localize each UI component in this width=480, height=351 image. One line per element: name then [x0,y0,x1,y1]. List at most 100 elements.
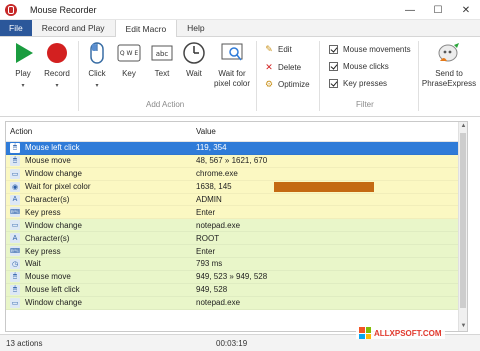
table-row[interactable]: 🖱 Mouse move 48, 567 » 1621, 670 [6,154,467,168]
watermark: ALLXPSOFT.COM [356,327,445,339]
filter-mouse-movements-checkbox[interactable]: Mouse movements [329,45,411,54]
value-text: 119, 354 [196,143,227,153]
tab-file[interactable]: File [0,20,32,36]
value-text: chrome.exe [196,169,238,179]
value-cell: chrome.exe [196,169,458,178]
add-click-button[interactable]: Click ▾ [85,41,109,91]
filter-mouse-movements-label: Mouse movements [343,45,411,54]
play-dropdown-icon[interactable]: ▾ [21,81,24,91]
action-text: Window change [25,298,82,308]
add-key-button[interactable]: Q W E Key [116,41,142,79]
value-cell: 1638, 145 [196,181,458,192]
table-row[interactable]: 🖱 Mouse left click 949, 528 [6,283,467,297]
click-dropdown-icon[interactable]: ▾ [95,81,98,91]
wait-pixel-label-line1: Wait for [218,69,246,78]
play-icon [11,41,35,65]
total-time: 00:03:19 [216,338,248,348]
action-cell: A Character(s) [6,233,196,244]
keyboard-icon: Q W E [117,41,141,65]
delete-label: Delete [278,62,302,72]
scroll-up-icon[interactable]: ▲ [459,122,467,131]
action-cell: 🖱 Mouse move [6,155,196,166]
value-text: ADMIN [196,195,222,204]
add-wait-button[interactable]: Wait [181,41,207,79]
filter-mouse-clicks-label: Mouse clicks [343,62,389,71]
send-label-line2: PhraseExpress [421,79,477,88]
pixel-icon: ◉ [10,181,20,192]
value-cell: Enter [196,247,458,256]
table-row[interactable]: ⌨ Key press Enter [6,206,467,220]
macro-action-list[interactable]: Action Value 🖱 Mouse left click 119, 354 🖱 M… [5,121,468,332]
filter-mouse-clicks-checkbox[interactable]: Mouse clicks [329,62,389,71]
vertical-scrollbar[interactable]: ▲ ▼ [458,122,467,331]
window-icon: ▭ [10,297,20,308]
ribbon-separator [78,41,79,111]
maximize-button[interactable]: ☐ [424,0,452,20]
action-text: Wait [25,259,41,269]
action-text: Key press [25,246,61,256]
record-icon [45,41,69,65]
play-label: Play [15,69,31,78]
tab-help[interactable]: Help [177,20,214,36]
send-to-phraseexpress-button[interactable]: Send to PhraseExpress [420,41,478,89]
table-row[interactable]: A Character(s) ROOT [6,232,467,246]
value-text: ROOT [196,233,220,243]
tab-record-and-play[interactable]: Record and Play [32,20,115,36]
mouse-icon: 🖱 [10,142,20,153]
table-row[interactable]: ▭ Window change notepad.exe [6,296,467,310]
column-header-value[interactable]: Value [196,127,458,136]
optimize-button[interactable]: ⚙ Optimize [264,79,310,89]
record-button[interactable]: Record ▾ [42,41,72,91]
value-cell: 48, 567 » 1621, 670 [196,156,458,165]
pixel-color-swatch [273,181,374,192]
title-bar: Mouse Recorder — ☐ ✕ [0,0,480,20]
characters-icon: A [10,233,20,244]
ribbon-separator [256,41,257,111]
value-text: 949, 528 [196,285,228,295]
record-label: Record [44,69,70,78]
tab-edit-macro[interactable]: Edit Macro [114,20,178,38]
filter-key-presses-checkbox[interactable]: Key presses [329,79,387,88]
close-button[interactable]: ✕ [452,0,480,20]
add-text-button[interactable]: abc Text [149,41,175,79]
value-text: Enter [196,246,216,256]
table-row[interactable]: ◉ Wait for pixel color 1638, 145 [6,180,467,194]
table-row[interactable]: ⌨ Key press Enter [6,245,467,259]
add-action-group-label: Add Action [146,100,185,109]
minimize-button[interactable]: — [396,0,424,20]
pencil-icon: ✎ [265,43,273,54]
delete-button[interactable]: ✕ Delete [264,62,301,72]
svg-text:Q W E: Q W E [120,50,138,57]
table-row[interactable]: ◷ Wait 793 ms [6,258,467,271]
action-text: Key press [25,207,61,217]
add-wait-pixel-button[interactable]: Wait for pixel color [210,41,254,89]
table-row[interactable]: 🖱 Mouse move 949, 523 » 949, 528 [6,270,467,284]
keyboard-icon: ⌨ [9,246,21,257]
scroll-down-icon[interactable]: ▼ [459,322,467,331]
table-row[interactable]: 🖱 Mouse left click 119, 354 [6,142,467,155]
action-text: Mouse move [25,272,71,282]
scroll-thumb[interactable] [460,133,466,308]
mouse-icon: 🖱 [10,284,20,295]
edit-button[interactable]: ✎ Edit [264,44,292,54]
table-row[interactable]: ▭ Window change chrome.exe [6,167,467,181]
delete-icon: ✕ [265,61,273,72]
action-cell: ▭ Window change [6,168,196,179]
action-text: Mouse left click [25,285,80,295]
action-text: Mouse left click [25,143,80,153]
play-button[interactable]: Play ▾ [10,41,36,91]
value-text: 1638, 145 [196,181,232,191]
table-row[interactable]: A Character(s) ADMIN [6,193,467,207]
value-cell: 793 ms [196,259,458,268]
action-cell: ⌨ Key press [6,246,196,257]
characters-icon: A [10,194,20,205]
pixel-color-icon [220,41,244,65]
table-row[interactable]: ▭ Window change notepad.exe [6,219,467,233]
record-dropdown-icon[interactable]: ▾ [55,81,58,91]
checkbox-checked-icon [329,79,338,88]
value-cell: Enter [196,208,458,217]
column-header-action[interactable]: Action [6,127,196,136]
action-text: Window change [25,169,82,179]
value-text: notepad.exe [196,298,241,308]
window-icon: ▭ [10,220,20,231]
